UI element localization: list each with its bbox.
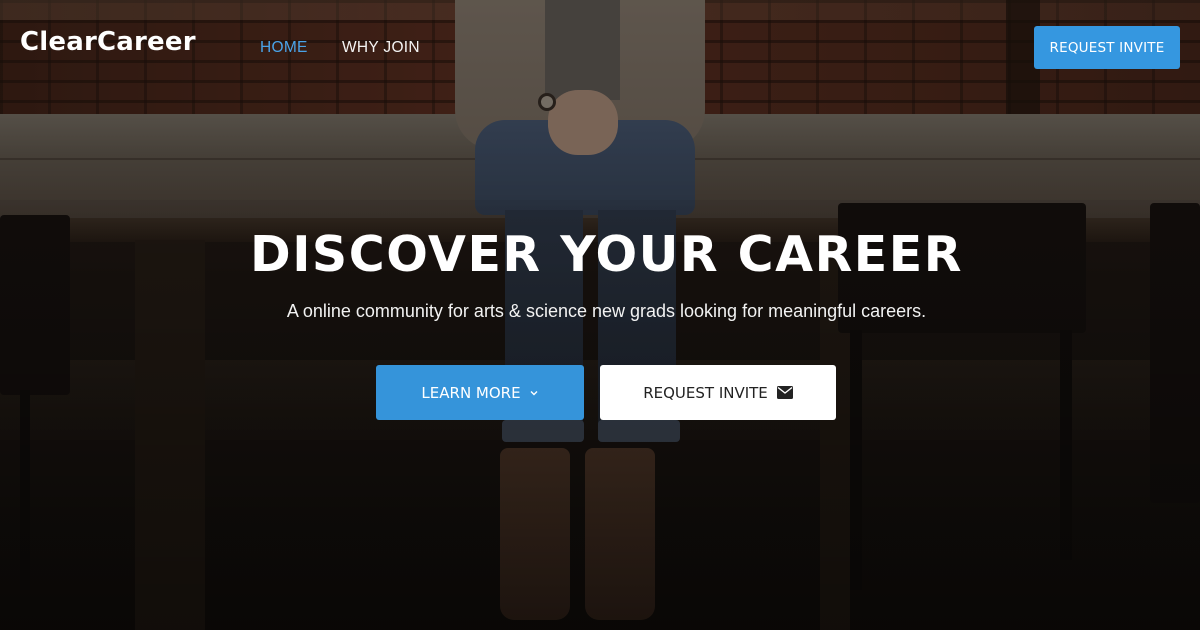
chevron-down-icon — [529, 388, 539, 398]
nav-link-home[interactable]: HOME — [260, 39, 308, 57]
request-invite-label: REQUEST INVITE — [643, 383, 768, 402]
hero-headline: DISCOVER YOUR CAREER — [250, 226, 963, 283]
learn-more-button[interactable]: LEARN MORE — [376, 365, 584, 420]
nav-link-why-join[interactable]: WHY JOIN — [342, 39, 420, 57]
envelope-icon — [776, 386, 793, 399]
request-invite-button[interactable]: REQUEST INVITE — [600, 365, 836, 420]
hero-section: ClearCareer HOME WHY JOIN REQUEST INVITE… — [0, 0, 1200, 630]
learn-more-label: LEARN MORE — [421, 383, 521, 402]
nav-request-invite-button[interactable]: REQUEST INVITE — [1034, 26, 1180, 69]
hero-subheadline: A online community for arts & science ne… — [286, 301, 927, 321]
top-navbar: ClearCareer HOME WHY JOIN REQUEST INVITE — [0, 0, 1200, 90]
brand-logo[interactable]: ClearCareer — [20, 27, 196, 57]
